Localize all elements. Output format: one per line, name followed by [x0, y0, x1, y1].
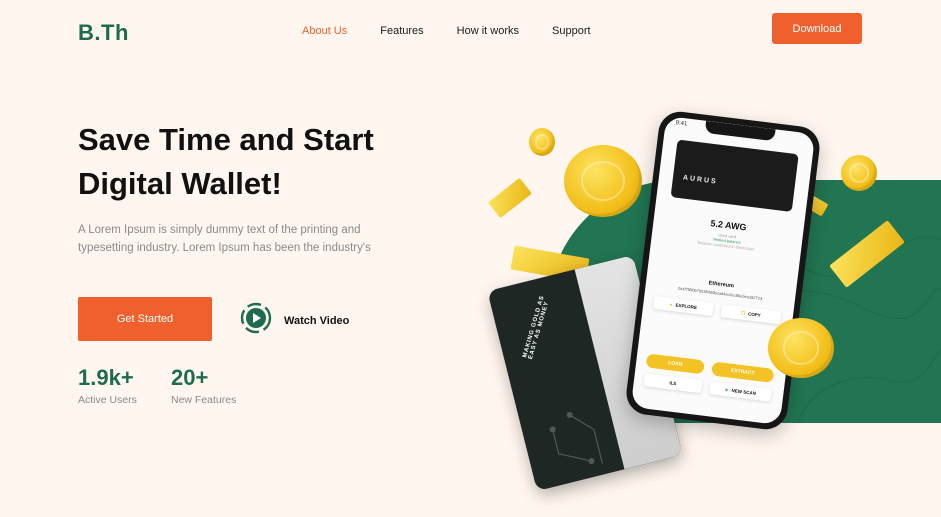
new-scan-label: NEW SCAN [731, 387, 757, 396]
stat-active-users: 1.9k+ Active Users [78, 365, 137, 406]
copy-button[interactable]: ❐ COPY [720, 304, 782, 325]
phone-screen: 9:41 AURUS 5.2 AWG used card Verified ba… [630, 115, 816, 426]
explore-label: EXPLORE [675, 302, 698, 311]
hero-title: Save Time and Start Digital Wallet! [78, 122, 374, 201]
phone-time: 9:41 [675, 120, 688, 128]
nav-about-us[interactable]: About Us [302, 25, 347, 37]
get-started-button[interactable]: Get Started [78, 297, 212, 341]
brand-logo[interactable]: B.Th [78, 20, 129, 46]
nav-support[interactable]: Support [552, 25, 591, 37]
main-nav: About Us Features How it works Support [302, 25, 591, 37]
phone-notch [704, 120, 776, 142]
stat-value: 20+ [171, 365, 209, 390]
gold-coin-icon [768, 318, 834, 378]
gold-coin-icon [529, 128, 555, 156]
copy-label: COPY [747, 311, 762, 318]
explore-button[interactable]: ● EXPLORE [652, 295, 714, 317]
details-button[interactable]: ILS [643, 373, 703, 394]
nav-how-it-works[interactable]: How it works [457, 25, 519, 37]
extract-button[interactable]: EXTRACT [711, 361, 775, 383]
load-button[interactable]: LOAD [645, 353, 705, 375]
scan-icon: ➤ [724, 386, 729, 393]
watch-video-label: Watch Video [284, 314, 350, 327]
gold-coin-icon [564, 145, 642, 217]
stat-label: New Features [171, 394, 237, 406]
card-brand: AURUS [682, 174, 719, 186]
play-icon [240, 302, 272, 339]
explore-icon: ● [669, 301, 673, 308]
phone-wallet-card: AURUS [670, 139, 799, 212]
download-button[interactable]: Download [772, 13, 862, 44]
watch-video-link[interactable]: Watch Video [240, 302, 349, 339]
details-label: ILS [669, 380, 677, 387]
copy-icon: ❐ [740, 310, 746, 316]
hero-description: A Lorem Ipsum is simply dummy text of th… [78, 224, 371, 254]
gold-bar-icon [488, 177, 532, 219]
gold-coin-icon [841, 155, 877, 191]
new-scan-button[interactable]: ➤ NEW SCAN [708, 381, 772, 402]
nav-features[interactable]: Features [380, 25, 423, 37]
stat-new-features: 20+ New Features [171, 365, 236, 406]
stat-value: 1.9k+ [78, 365, 134, 390]
stat-label: Active Users [78, 394, 137, 406]
